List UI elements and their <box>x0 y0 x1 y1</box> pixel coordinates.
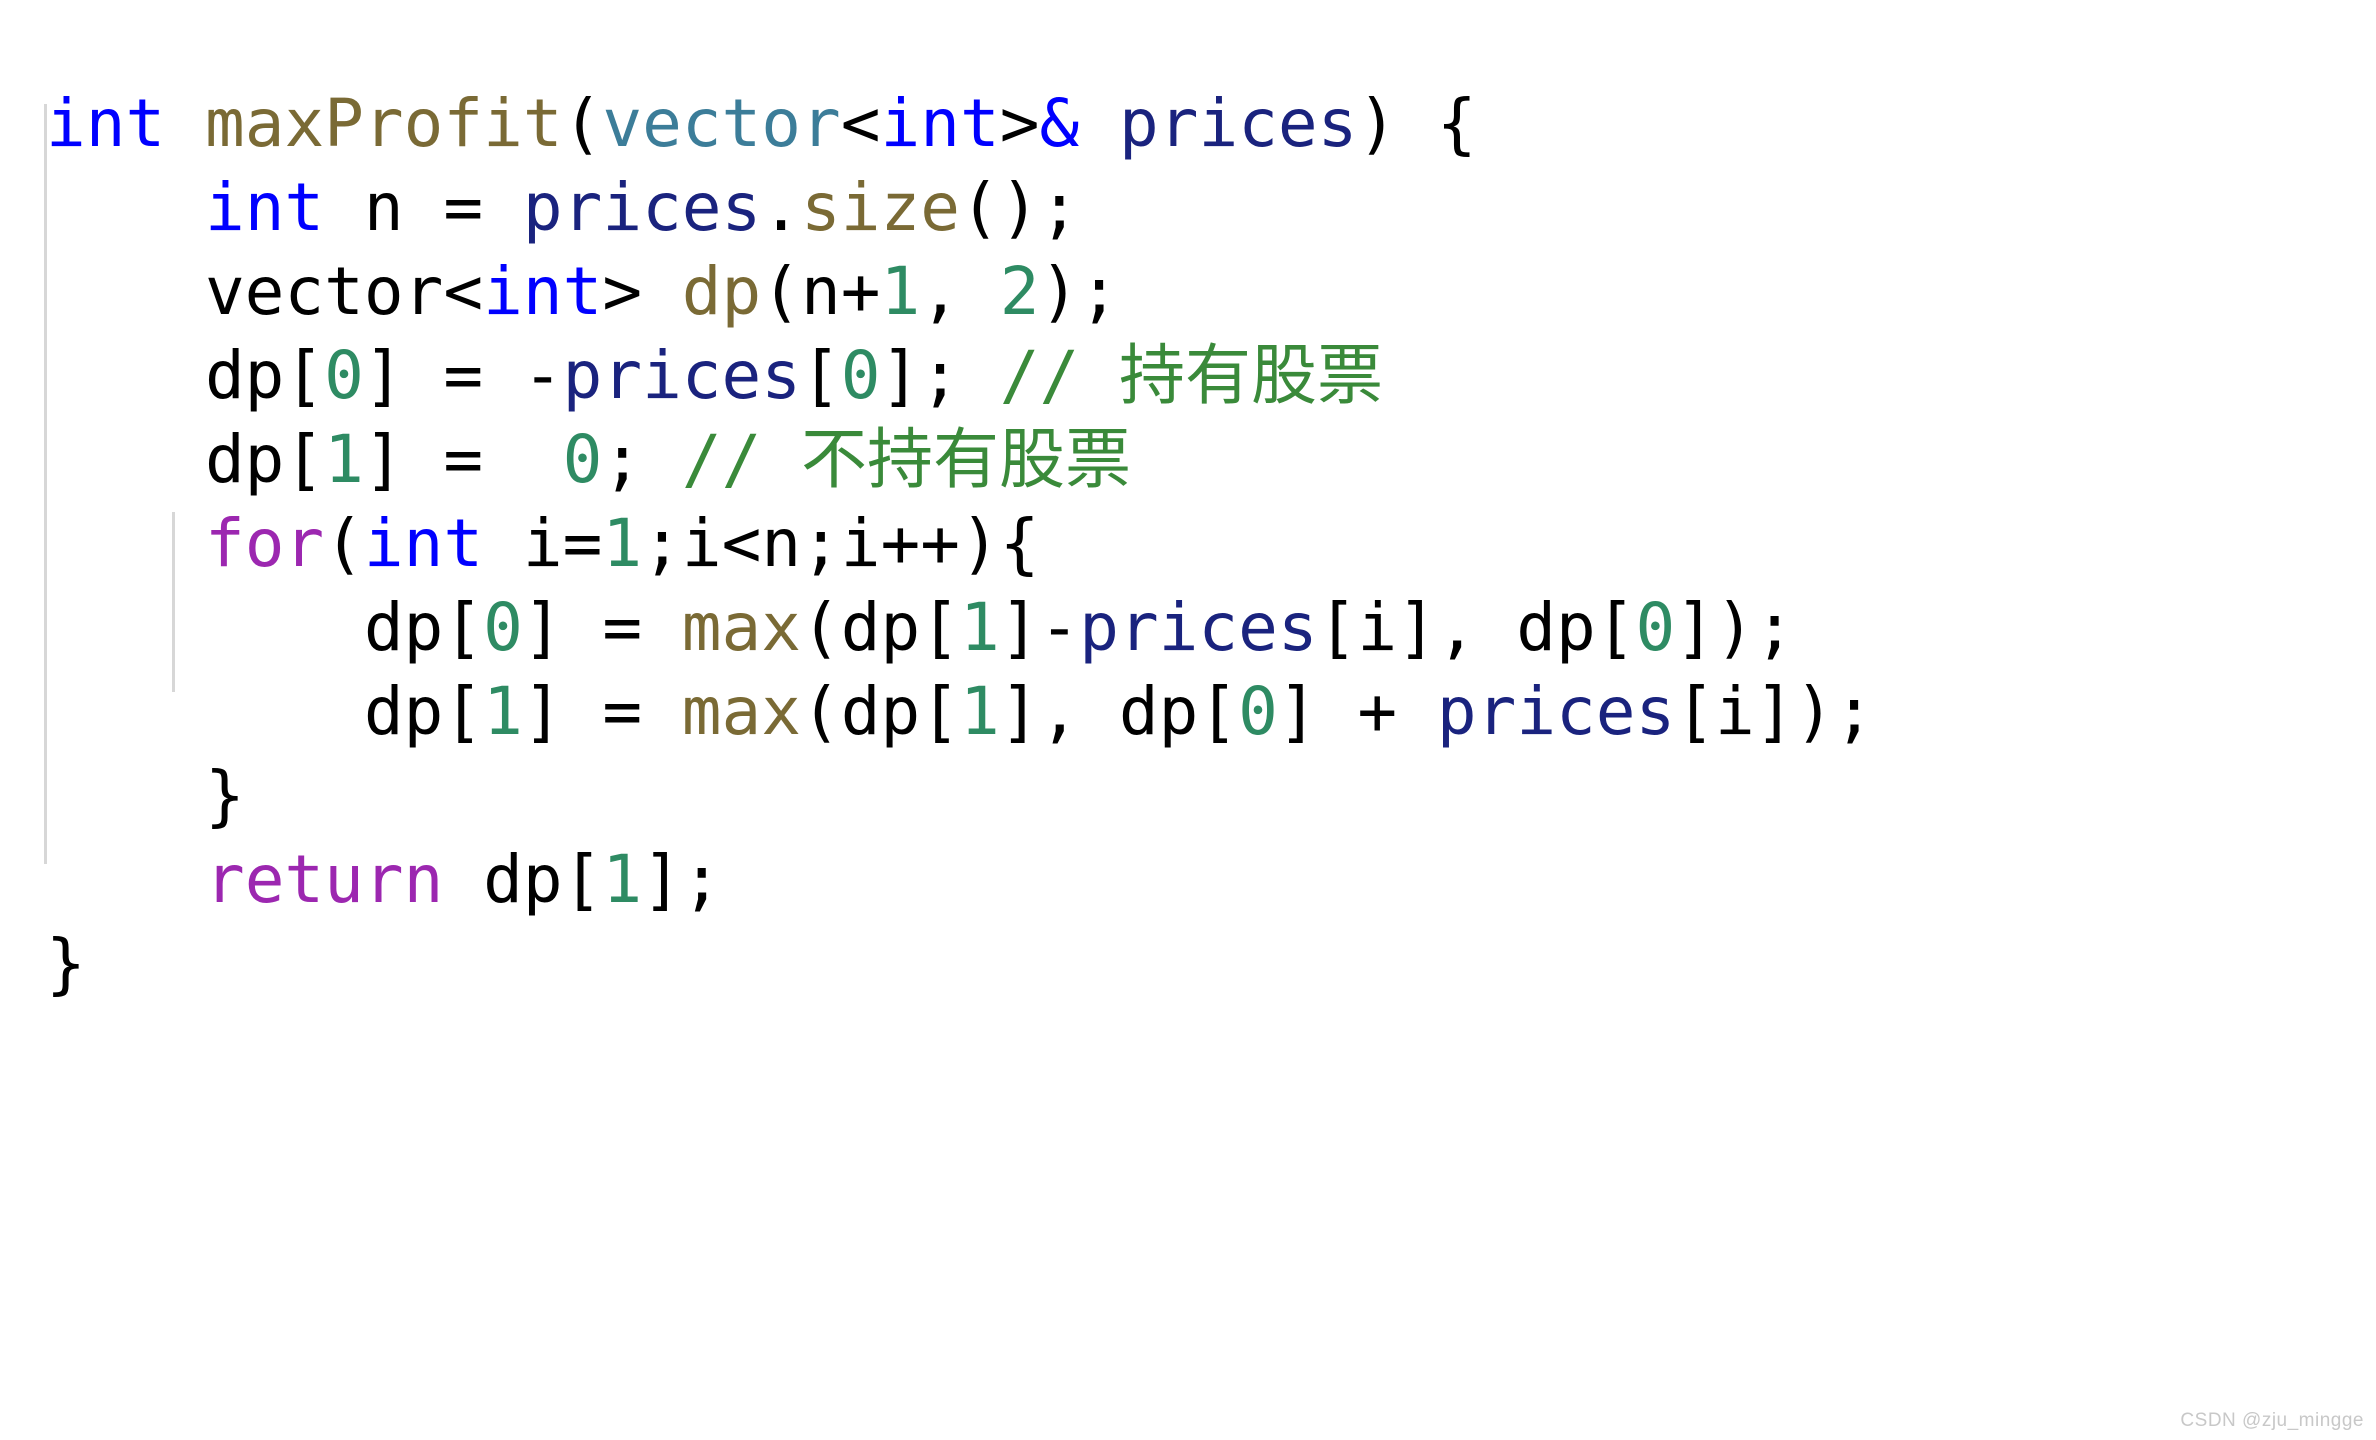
code-token: prices <box>1118 85 1358 162</box>
code-token: ; <box>602 421 682 498</box>
code-token: prices <box>562 337 802 414</box>
code-token: ]- <box>999 589 1080 666</box>
code-token: dp[ <box>46 337 325 414</box>
code-token: < <box>840 85 881 162</box>
code-token: [ <box>801 337 841 414</box>
watermark-label: CSDN @zju_mingge <box>2180 1410 2364 1431</box>
code-token: 0 <box>483 589 523 666</box>
code-token: 0 <box>562 421 603 498</box>
code-line-4: dp[0] = -prices[0]; // 持有股票 <box>46 334 1874 418</box>
code-token: i= <box>483 505 603 582</box>
code-token: maxProfit <box>204 85 563 162</box>
code-token: dp[ <box>46 421 325 498</box>
code-token: return <box>204 841 444 918</box>
code-token: dp[ <box>46 589 484 666</box>
code-token: ], dp[ <box>999 673 1239 750</box>
code-token: ] + <box>1277 673 1437 750</box>
code-token: ]; <box>880 337 1000 414</box>
code-line-3: vector<int> dp(n+1, 2); <box>46 250 1874 334</box>
code-token: . <box>761 169 802 246</box>
code-token: int <box>363 505 484 582</box>
code-token: ] = <box>522 673 682 750</box>
code-token: & <box>1039 85 1080 162</box>
code-token: // 不持有股票 <box>681 421 1132 498</box>
code-token: ); <box>1039 253 1119 330</box>
code-token: 0 <box>324 337 364 414</box>
code-token: , <box>920 253 1000 330</box>
code-token: prices <box>522 169 762 246</box>
code-token: > <box>999 85 1040 162</box>
code-token: vector <box>602 85 841 162</box>
code-token: 2 <box>999 253 1040 330</box>
code-line-5: dp[1] = 0; // 不持有股票 <box>46 418 1874 502</box>
code-token: (dp[ <box>801 673 960 750</box>
code-token: n = <box>324 169 523 246</box>
code-token: dp[ <box>443 841 603 918</box>
code-line-9: } <box>46 754 1874 838</box>
code-line-11: } <box>46 922 1874 1006</box>
code-token: 0 <box>1238 673 1278 750</box>
code-token: max <box>681 673 802 750</box>
code-token: 1 <box>880 253 921 330</box>
code-token: 0 <box>840 337 881 414</box>
code-token: (); <box>959 169 1080 246</box>
code-token: prices <box>1436 673 1676 750</box>
code-token: (dp[ <box>801 589 960 666</box>
code-token: [i]); <box>1675 673 1874 750</box>
code-token: ]); <box>1675 589 1795 666</box>
code-token: // 持有股票 <box>999 337 1383 414</box>
code-line-10: return dp[1]; <box>46 838 1874 922</box>
code-token: dp <box>681 253 762 330</box>
code-token: int <box>204 169 325 246</box>
code-line-2: int n = prices.size(); <box>46 166 1874 250</box>
code-token: ( <box>324 505 364 582</box>
code-token: ( <box>562 85 603 162</box>
code-token: max <box>681 589 802 666</box>
code-token: dp[ <box>46 673 484 750</box>
code-token: ;i<n;i++){ <box>642 505 1040 582</box>
code-token: 1 <box>959 673 1000 750</box>
code-token: } <box>46 925 86 1002</box>
code-token: > <box>602 253 682 330</box>
code-token: prices <box>1079 589 1318 666</box>
code-token: ] = <box>363 421 563 498</box>
code-token: ] = <box>522 589 682 666</box>
code-token: int <box>483 253 603 330</box>
code-token: int <box>880 85 1000 162</box>
code-token: 1 <box>959 589 1000 666</box>
code-listing[interactable]: int maxProfit(vector<int>& prices) { int… <box>46 82 1874 1006</box>
code-token: vector< <box>46 253 484 330</box>
code-token: int <box>46 85 166 162</box>
code-token: ] = - <box>363 337 563 414</box>
code-token: size <box>801 169 960 246</box>
code-token: 1 <box>324 421 364 498</box>
code-token: } <box>46 757 245 834</box>
code-token: (n+ <box>761 253 881 330</box>
code-line-8: dp[1] = max(dp[1], dp[0] + prices[i]); <box>46 670 1874 754</box>
code-line-1: int maxProfit(vector<int>& prices) { <box>46 82 1874 166</box>
code-line-6: for(int i=1;i<n;i++){ <box>46 502 1874 586</box>
code-token: 1 <box>483 673 523 750</box>
code-token: 1 <box>602 505 643 582</box>
code-line-7: dp[0] = max(dp[1]-prices[i], dp[0]); <box>46 586 1874 670</box>
code-token: ) { <box>1357 85 1477 162</box>
code-screenshot-surface: int maxProfit(vector<int>& prices) { int… <box>0 0 2376 1440</box>
code-token: for <box>204 505 325 582</box>
code-token: 0 <box>1635 589 1676 666</box>
code-token: ]; <box>642 841 722 918</box>
code-token: [i], dp[ <box>1317 589 1636 666</box>
code-token: 1 <box>602 841 643 918</box>
